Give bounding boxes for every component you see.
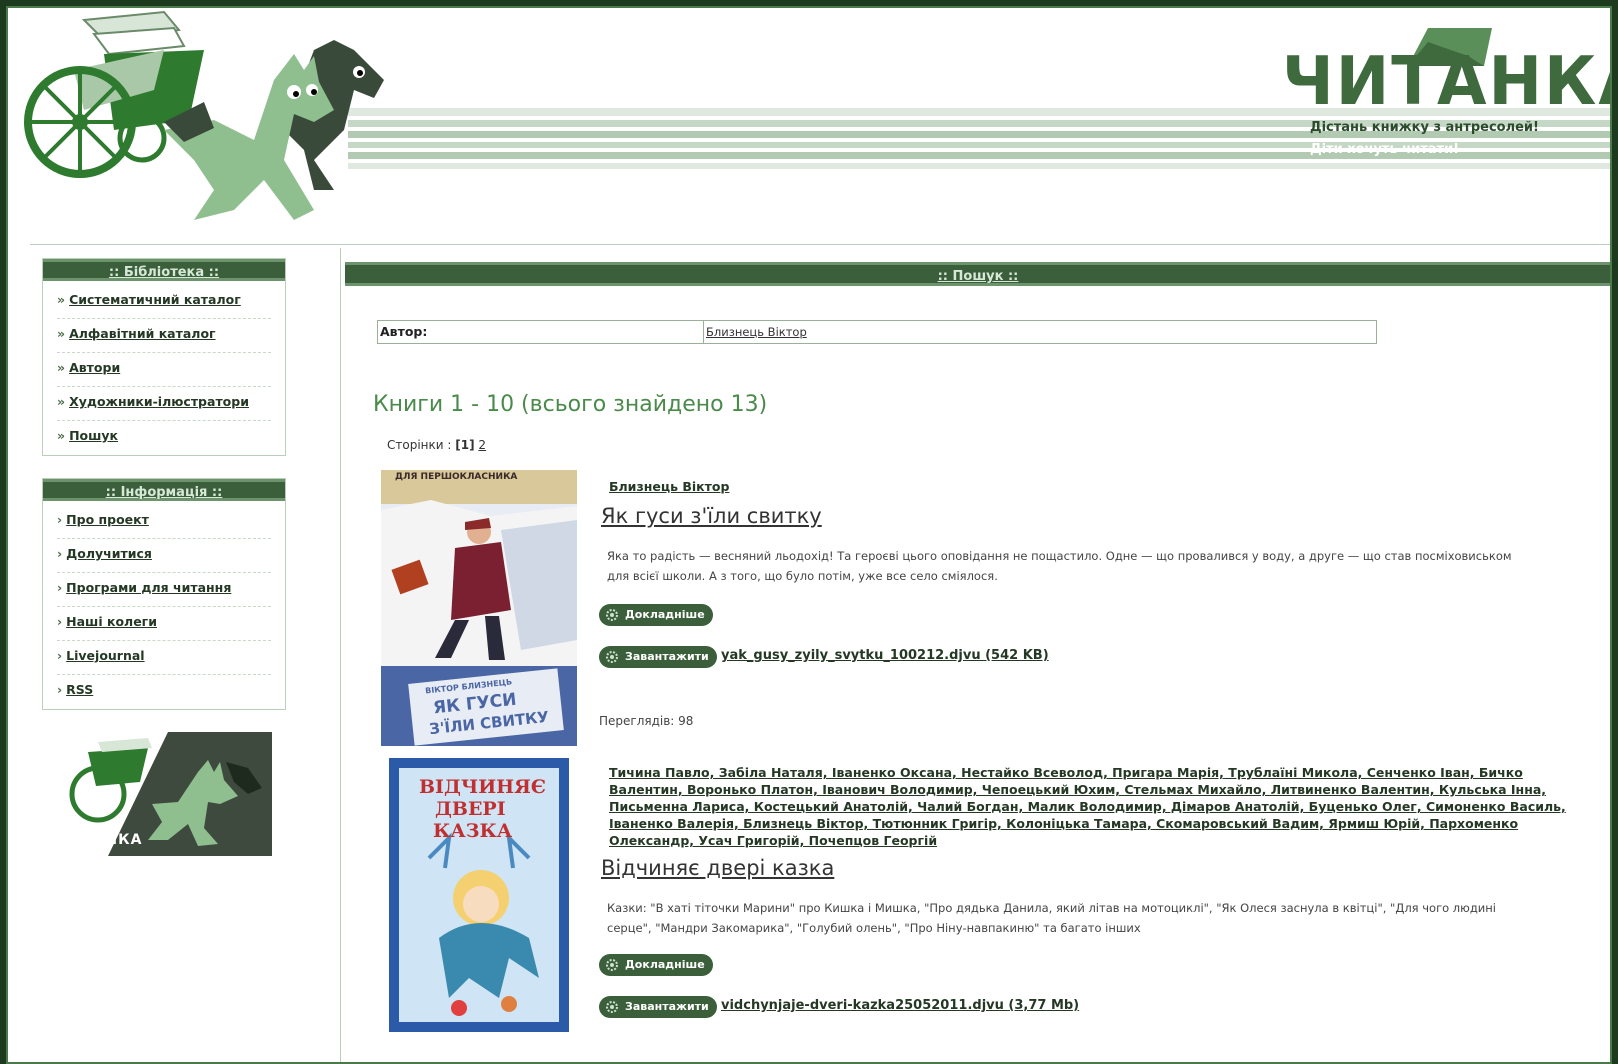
book-title[interactable]: Відчиняє двері казка bbox=[601, 856, 834, 880]
pager-page-2[interactable]: 2 bbox=[478, 438, 486, 452]
download-button[interactable]: Завантажити bbox=[599, 646, 717, 668]
menu-item-rss[interactable]: › RSS bbox=[57, 675, 271, 709]
cover-series: ДЛЯ ПЕРШОКЛАСНИКА bbox=[395, 472, 518, 482]
info-menu: › Про проект › Долучитися › Програми для чи… bbox=[43, 501, 285, 713]
author-label: Автор: bbox=[378, 321, 704, 343]
gear-icon bbox=[606, 1001, 618, 1013]
site-header: ЧИТАНКА Дістань книжку з антресолей! Діт… bbox=[8, 8, 1610, 240]
banner-label: ЧИТАНКА bbox=[58, 832, 143, 848]
book-authors[interactable]: Близнець Віктор bbox=[609, 478, 729, 495]
menu-link[interactable]: Алфавітний каталог bbox=[69, 326, 215, 341]
author-value-link[interactable]: Близнець Віктор bbox=[704, 321, 1376, 343]
tagline-primary: Дістань книжку з антресолей! bbox=[1310, 120, 1539, 135]
book-description: Яка то радість — весняний льодохід! Та г… bbox=[607, 549, 1512, 583]
views-count: Переглядів: 98 bbox=[599, 714, 694, 728]
details-label: Докладніше bbox=[625, 608, 705, 621]
menu-link[interactable]: Програми для читання bbox=[66, 580, 231, 595]
menu-link[interactable]: Про проект bbox=[66, 512, 149, 527]
book-cover[interactable]: ВІДЧИНЯЄ ДВЕРІ КАЗКА bbox=[389, 758, 569, 1032]
details-label: Докладніше bbox=[625, 958, 705, 971]
menu-link[interactable]: Наші колеги bbox=[66, 614, 157, 629]
menu-link[interactable]: Пошук bbox=[69, 428, 118, 443]
menu-item-about[interactable]: › Про проект bbox=[57, 505, 271, 539]
menu-item-join[interactable]: › Долучитися bbox=[57, 539, 271, 573]
info-box-title[interactable]: :: Інформація :: bbox=[43, 479, 285, 501]
book-authors[interactable]: Тичина Павло, Забіла Наталя, Іваненко Ок… bbox=[609, 764, 1589, 849]
menu-item-illustrators[interactable]: » Художники-ілюстратори bbox=[57, 387, 271, 421]
gear-icon bbox=[606, 959, 618, 971]
pager-prefix: Сторінки : bbox=[387, 438, 452, 452]
library-menu: » Систематичний каталог » Алфавітний катал… bbox=[43, 281, 285, 459]
book-description: Казки: "В хаті тіточки Марини" про Кишка… bbox=[607, 901, 1496, 935]
divider bbox=[30, 244, 1610, 245]
main-content: :: Пошук :: Автор: Близнець Віктор Книги… bbox=[340, 248, 1610, 1062]
mascot-illustration bbox=[24, 10, 384, 220]
menu-item-colleagues[interactable]: › Наші колеги bbox=[57, 607, 271, 641]
menu-item-alphabetical-catalog[interactable]: » Алфавітний каталог bbox=[57, 319, 271, 353]
search-panel-title[interactable]: :: Пошук :: bbox=[345, 262, 1610, 286]
pager-current: [1] bbox=[455, 438, 475, 452]
pagination: Сторінки : [1] 2 bbox=[387, 438, 486, 452]
book-cover[interactable]: ДЛЯ ПЕРШОКЛАСНИКА ВІКТОР БЛИЗНЕЦЬ ЯК ГУС… bbox=[381, 470, 577, 746]
info-box: :: Інформація :: › Про проект › Долучитися… bbox=[42, 478, 286, 710]
download-file-link[interactable]: vidchynjaje-dveri-kazka25052011.djvu (3,… bbox=[721, 998, 1079, 1013]
menu-link[interactable]: Систематичний каталог bbox=[69, 292, 241, 307]
chytanka-banner[interactable]: ЧИТАНКА bbox=[48, 732, 272, 856]
menu-item-reader-programs[interactable]: › Програми для читання bbox=[57, 573, 271, 607]
library-box-title[interactable]: :: Бібліотека :: bbox=[43, 259, 285, 281]
cover-title-line3: КАЗКА bbox=[433, 820, 513, 842]
cover-title-line1: ВІДЧИНЯЄ bbox=[419, 776, 546, 798]
gear-icon bbox=[606, 651, 618, 663]
library-box: :: Бібліотека :: » Систематичний каталог … bbox=[42, 258, 286, 456]
tagline-secondary: Діти хочуть читати! bbox=[1310, 142, 1460, 157]
menu-link[interactable]: Автори bbox=[69, 360, 120, 375]
gear-icon bbox=[606, 609, 618, 621]
download-file-link[interactable]: yak_gusy_zyily_svytku_100212.djvu (542 K… bbox=[721, 648, 1049, 663]
menu-link[interactable]: Долучитися bbox=[66, 546, 152, 561]
menu-item-systematic-catalog[interactable]: » Систематичний каталог bbox=[57, 285, 271, 319]
cover-title-line2: ДВЕРІ bbox=[435, 798, 506, 820]
result-count: Книги 1 - 10 (всього знайдено 13) bbox=[373, 392, 768, 417]
menu-item-authors[interactable]: » Автори bbox=[57, 353, 271, 387]
book-title[interactable]: Як гуси з'їли свитку bbox=[601, 504, 822, 528]
site-logo[interactable]: ЧИТАНКА bbox=[1282, 48, 1610, 115]
menu-link[interactable]: RSS bbox=[66, 682, 93, 697]
download-label: Завантажити bbox=[625, 1000, 709, 1013]
menu-item-search[interactable]: » Пошук bbox=[57, 421, 271, 455]
download-button[interactable]: Завантажити bbox=[599, 996, 717, 1018]
menu-item-livejournal[interactable]: › Livejournal bbox=[57, 641, 271, 675]
book-entry: ДЛЯ ПЕРШОКЛАСНИКА ВІКТОР БЛИЗНЕЦЬ ЯК ГУС… bbox=[381, 470, 1610, 746]
author-filter-row: Автор: Близнець Віктор bbox=[377, 320, 1377, 344]
menu-link[interactable]: Livejournal bbox=[66, 648, 144, 663]
details-button[interactable]: Докладніше bbox=[599, 604, 713, 626]
menu-link[interactable]: Художники-ілюстратори bbox=[69, 394, 249, 409]
page-frame: ЧИТАНКА Дістань книжку з антресолей! Діт… bbox=[6, 6, 1612, 1064]
book-entry: ВІДЧИНЯЄ ДВЕРІ КАЗКА Тичина Павло, Забіл… bbox=[381, 758, 1610, 1032]
download-label: Завантажити bbox=[625, 650, 709, 663]
details-button[interactable]: Докладніше bbox=[599, 954, 713, 976]
